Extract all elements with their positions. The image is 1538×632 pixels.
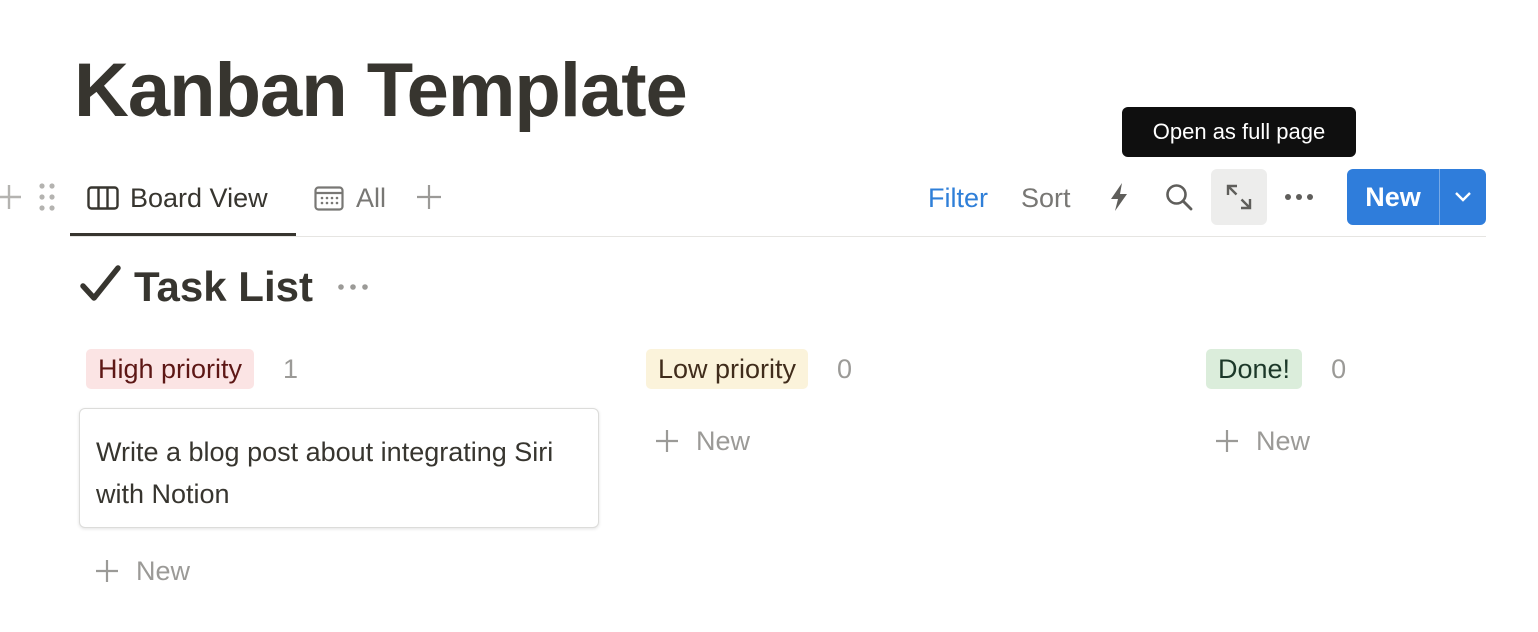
column-header-low-priority[interactable]: Low priority 0 — [646, 349, 852, 389]
column-count: 0 — [1331, 353, 1347, 384]
open-full-page-tooltip: Open as full page — [1122, 107, 1356, 157]
plus-icon — [92, 556, 122, 586]
new-button-group: New — [1347, 169, 1486, 225]
search-icon[interactable] — [1151, 169, 1207, 225]
add-block-icon[interactable] — [0, 182, 24, 212]
status-badge: Low priority — [646, 349, 809, 389]
calendar-icon — [312, 181, 346, 215]
section-more-options-icon[interactable] — [336, 272, 370, 302]
column-header-high-priority[interactable]: High priority 1 — [86, 349, 298, 389]
new-button[interactable]: New — [1347, 169, 1439, 225]
column-count: 1 — [283, 353, 299, 384]
automation-bolt-icon[interactable] — [1091, 169, 1147, 225]
add-new-card-button[interactable]: New — [92, 551, 190, 591]
tab-all[interactable]: All — [312, 178, 386, 218]
tab-board-view-label: Board View — [130, 182, 268, 213]
new-dropdown-chevron-down-icon[interactable] — [1440, 169, 1486, 225]
status-badge: Done! — [1206, 349, 1303, 389]
add-new-label: New — [136, 555, 191, 586]
add-new-label: New — [1256, 425, 1311, 456]
tab-board-view[interactable]: Board View — [86, 178, 268, 218]
add-new-card-button[interactable]: New — [652, 421, 750, 461]
open-full-page-expand-icon[interactable] — [1211, 169, 1267, 225]
plus-icon — [652, 426, 682, 456]
sort-button[interactable]: Sort — [1021, 178, 1071, 218]
column-header-done[interactable]: Done! 0 — [1206, 349, 1346, 389]
drag-handle-icon[interactable] — [36, 180, 58, 214]
view-bar-divider — [70, 236, 1486, 237]
board-icon — [86, 181, 120, 215]
add-view-icon[interactable] — [413, 181, 445, 213]
checkmark-icon — [80, 264, 122, 306]
add-new-label: New — [696, 425, 751, 456]
more-options-icon[interactable] — [1271, 169, 1327, 225]
board-card[interactable]: Write a blog post about integrating Siri… — [79, 408, 599, 528]
add-new-card-button[interactable]: New — [1212, 421, 1310, 461]
page-title: Kanban Template — [74, 48, 688, 133]
column-count: 0 — [837, 353, 853, 384]
card-title: Write a blog post about integrating Siri… — [96, 437, 554, 509]
section-title: Task List — [134, 263, 313, 310]
status-badge: High priority — [86, 349, 255, 389]
filter-button[interactable]: Filter — [928, 178, 988, 218]
tab-all-label: All — [356, 182, 387, 213]
plus-icon — [1212, 426, 1242, 456]
